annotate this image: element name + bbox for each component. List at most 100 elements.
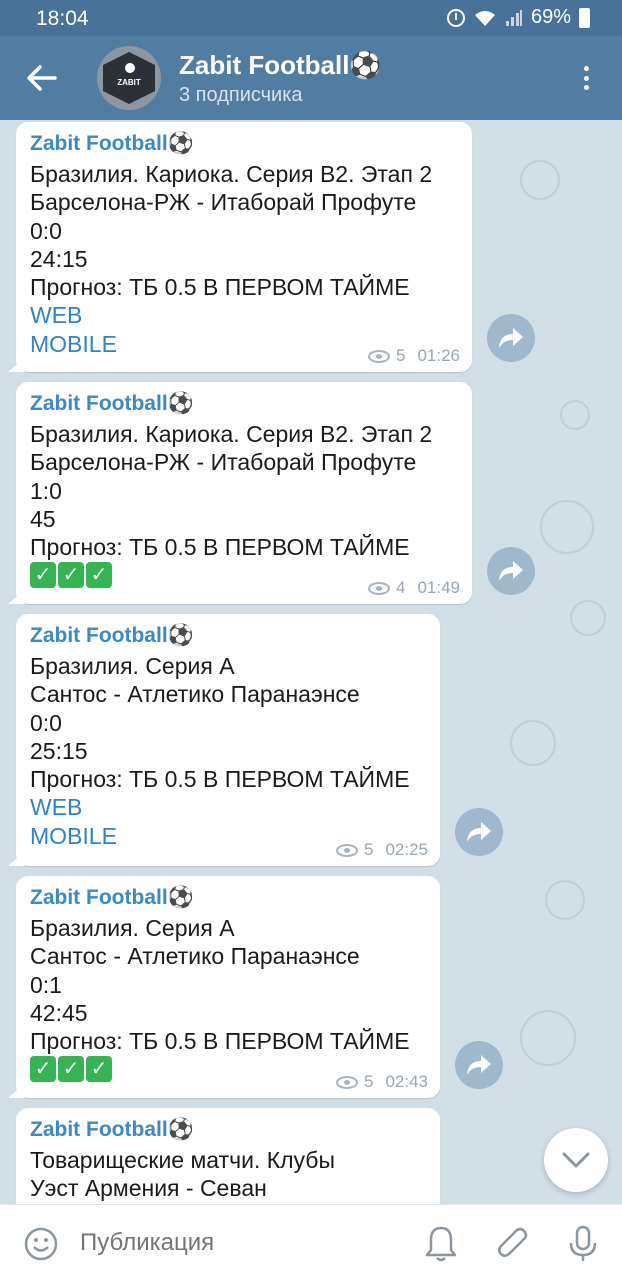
background-doodle xyxy=(520,160,560,200)
background-doodle xyxy=(540,500,594,554)
message-text-line: Прогноз: ТБ 0.5 В ПЕРВОМ ТАЙМЕ xyxy=(30,1028,410,1055)
eye-icon xyxy=(335,843,358,857)
message-author[interactable]: Zabit Football⚽ xyxy=(30,390,458,420)
background-doodle xyxy=(520,1010,576,1066)
message-time: 02:25 xyxy=(385,840,428,859)
message-text-line: Бразилия. Кариока. Серия В2. Этап 2 xyxy=(30,421,433,447)
share-icon xyxy=(467,1055,491,1075)
paperclip-icon[interactable] xyxy=(496,1225,530,1263)
message-text-line: Уэст Армения - Севан xyxy=(30,1175,267,1202)
author-name: Zabit Football⚽ xyxy=(30,1118,194,1141)
signal-icon xyxy=(505,9,522,26)
message-text-line: 0:1 xyxy=(30,971,62,998)
message-text-line: 1:0 xyxy=(30,477,62,504)
back-button[interactable] xyxy=(22,58,62,98)
message-bubble[interactable]: Zabit Football⚽ Товарищеские матчи. Клуб… xyxy=(16,1108,440,1204)
message-time: 01:49 xyxy=(417,578,460,597)
background-doodle xyxy=(560,400,590,430)
channel-avatar[interactable]: ZABIT xyxy=(97,46,161,110)
message-input[interactable] xyxy=(80,1229,380,1257)
share-button[interactable] xyxy=(455,808,503,856)
check-icon: ✓ xyxy=(86,562,112,589)
message-text-line: Барселона-РЖ - Итаборай Профуте xyxy=(30,449,417,476)
share-button[interactable] xyxy=(455,1041,503,1089)
share-button[interactable] xyxy=(487,547,535,595)
battery-percent: 69% xyxy=(530,6,571,28)
message-text-line: 0:0 xyxy=(30,709,62,736)
channel-title[interactable]: Zabit Football⚽ xyxy=(179,50,382,81)
message-meta: 5 02:25 xyxy=(335,840,428,860)
view-count: 5 xyxy=(395,346,406,365)
message-bubble[interactable]: Zabit Football⚽ Бразилия. Серия А Сантос… xyxy=(16,876,440,1098)
wifi-icon xyxy=(474,10,495,26)
status-bar: 18:04 69% xyxy=(0,0,622,36)
message-input-bar xyxy=(0,1204,622,1280)
web-link[interactable]: WEB xyxy=(30,301,458,329)
author-name: Zabit Football⚽ xyxy=(30,624,194,647)
message-text-line: 0:0 xyxy=(30,217,62,244)
message-text-line: Прогноз: ТБ 0.5 В ПЕРВОМ ТАЙМЕ xyxy=(30,766,410,793)
view-count: 5 xyxy=(363,1072,374,1091)
background-doodle xyxy=(510,720,556,766)
message-text-line: 25:15 xyxy=(30,737,88,764)
message-text-line: Бразилия. Кариока. Серия В2. Этап 2 xyxy=(30,161,433,187)
message-time: 02:43 xyxy=(385,1072,428,1091)
menu-dot xyxy=(583,66,589,71)
message-bubble[interactable]: Zabit Football⚽ Бразилия. Кариока. Серия… xyxy=(16,122,472,372)
chevron-down-icon xyxy=(562,1152,590,1168)
message-text-line: 24:15 xyxy=(30,245,88,272)
message-text-line: Прогноз: ТБ 0.5 В ПЕРВОМ ТАЙМЕ xyxy=(30,534,410,561)
share-button[interactable] xyxy=(487,314,535,362)
message-author[interactable]: Zabit Football⚽ xyxy=(30,884,426,914)
bell-icon[interactable] xyxy=(424,1225,458,1263)
message-text-line: Барселона-РЖ - Итаборай Профуте xyxy=(30,189,417,216)
share-icon xyxy=(467,822,491,842)
message-meta: 5 02:43 xyxy=(335,1072,428,1092)
share-icon xyxy=(499,328,523,348)
check-icon: ✓ xyxy=(30,1056,56,1083)
background-doodle xyxy=(570,600,606,636)
avatar-logo-text: ZABIT xyxy=(117,78,141,87)
message-text-line: Сантос - Атлетико Паранаэнсе xyxy=(30,681,360,708)
view-count: 5 xyxy=(363,840,374,859)
alarm-icon xyxy=(446,8,465,27)
message-bubble[interactable]: Zabit Football⚽ Бразилия. Кариока. Серия… xyxy=(16,382,472,604)
message-text-line: 42:45 xyxy=(30,999,88,1026)
eye-icon xyxy=(367,581,390,595)
soccer-ball-icon xyxy=(125,63,135,73)
chat-area[interactable]: Zabit Football⚽ Бразилия. Кариока. Серия… xyxy=(0,120,622,1204)
message-author[interactable]: Zabit Football⚽ xyxy=(30,130,458,160)
scroll-down-button[interactable] xyxy=(544,1128,608,1192)
author-name: Zabit Football⚽ xyxy=(30,886,194,909)
avatar-badge: ZABIT xyxy=(103,52,155,104)
message-text-line: Товарищеские матчи. Клубы xyxy=(30,1147,336,1173)
eye-icon xyxy=(335,1075,358,1089)
message-text-line: Бразилия. Серия А xyxy=(30,915,235,941)
message-text-line: 45 xyxy=(30,505,56,532)
message-meta: 4 01:49 xyxy=(367,578,460,598)
message-text-line: Прогноз: ТБ 0.5 В ПЕРВОМ ТАЙМЕ xyxy=(30,274,410,301)
check-icon: ✓ xyxy=(86,1056,112,1083)
author-name: Zabit Football⚽ xyxy=(30,132,194,155)
web-link[interactable]: WEB xyxy=(30,793,426,821)
message-text-line: Бразилия. Серия А xyxy=(30,653,235,679)
channel-subscribers: 3 подписчика xyxy=(179,84,303,106)
menu-dot xyxy=(583,85,589,90)
menu-dot xyxy=(583,75,589,81)
message-bubble[interactable]: Zabit Football⚽ Бразилия. Серия А Сантос… xyxy=(16,614,440,866)
check-icon: ✓ xyxy=(30,562,56,589)
background-doodle xyxy=(545,880,585,920)
more-menu-button[interactable] xyxy=(572,64,600,92)
view-count: 4 xyxy=(395,578,406,597)
status-icons: 69% xyxy=(446,6,590,29)
eye-icon xyxy=(367,349,390,363)
channel-header: ZABIT Zabit Football⚽ 3 подписчика xyxy=(0,36,622,120)
check-icon: ✓ xyxy=(58,1056,84,1083)
arrow-left-icon xyxy=(27,65,57,91)
microphone-icon[interactable] xyxy=(566,1225,600,1263)
smile-icon[interactable] xyxy=(24,1227,58,1261)
message-time: 01:26 xyxy=(417,346,460,365)
message-meta: 5 01:26 xyxy=(367,346,460,366)
message-author[interactable]: Zabit Football⚽ xyxy=(30,622,426,652)
message-author[interactable]: Zabit Football⚽ xyxy=(30,1116,426,1146)
